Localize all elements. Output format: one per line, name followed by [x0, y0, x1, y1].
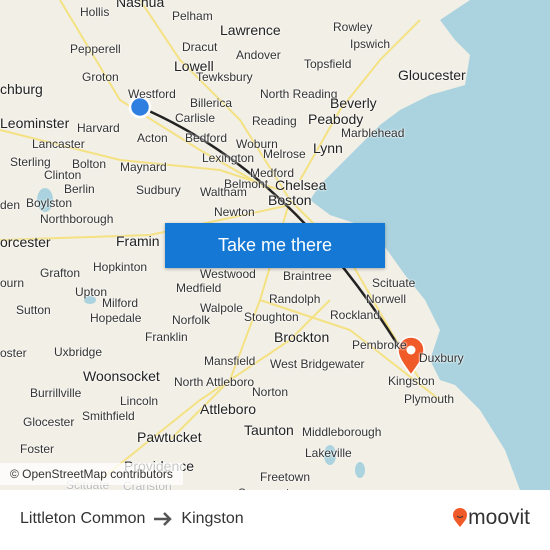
town-label: Sudbury	[136, 183, 181, 197]
town-label: Middleborough	[302, 425, 382, 439]
town-label: Rowley	[333, 20, 373, 34]
town-label: Norfolk	[172, 313, 211, 327]
town-label: Northborough	[40, 212, 114, 226]
town-label: Marblehead	[341, 126, 405, 140]
town-label: Kingston	[388, 374, 435, 388]
town-label: Burrillville	[30, 386, 82, 400]
town-label: Stoughton	[244, 310, 299, 324]
town-label: Mansfield	[204, 354, 256, 368]
town-label: Newton	[214, 205, 255, 219]
town-label: Tewksbury	[196, 70, 253, 84]
town-label: Rockland	[330, 308, 381, 322]
town-label: Pembroke	[352, 338, 407, 352]
town-label: Lancaster	[32, 137, 85, 151]
town-label: Brockton	[274, 329, 330, 345]
town-label: Bedford	[185, 131, 228, 145]
town-label: Dracut	[182, 40, 218, 54]
moovit-pin-icon	[453, 508, 468, 527]
town-label: Lakeville	[305, 446, 352, 460]
town-label: Nashua	[116, 0, 165, 10]
destination-name: Kingston	[181, 510, 244, 527]
town-label: Groton	[82, 70, 119, 84]
town-label: Franklin	[145, 330, 188, 344]
town-label: Clinton	[44, 168, 82, 182]
town-label: Duxbury	[419, 351, 464, 365]
town-label: Taunton	[244, 422, 294, 438]
town-label: Woonsocket	[83, 368, 160, 384]
town-label: den	[0, 198, 21, 212]
town-label: Billerica	[190, 96, 233, 110]
town-label: Boston	[268, 192, 312, 208]
town-label: Grafton	[40, 266, 81, 280]
town-label: Smithfield	[82, 409, 135, 423]
town-label: Westford	[128, 87, 176, 101]
osm-attribution[interactable]: © OpenStreetMap contributors	[0, 463, 183, 485]
town-label: Andover	[236, 48, 281, 62]
town-label: Westwood	[200, 267, 256, 281]
town-label: chburg	[0, 81, 43, 97]
town-label: ourn	[0, 276, 25, 290]
moovit-logo[interactable]: moovit	[452, 506, 530, 530]
route-title: Littleton Common Kingston	[20, 510, 244, 528]
town-label: Chelsea	[275, 177, 327, 193]
town-label: Melrose	[263, 147, 306, 161]
town-label: North Reading	[260, 87, 338, 101]
town-label: Randolph	[269, 292, 321, 306]
town-label: Plymouth	[404, 392, 455, 406]
town-label: Hopedale	[90, 311, 142, 325]
town-label: Scituate	[372, 276, 416, 290]
town-label: Pawtucket	[137, 429, 202, 445]
town-label: Lexington	[202, 151, 255, 165]
town-label: Boylston	[26, 196, 73, 210]
town-label: oster	[0, 346, 27, 360]
town-label: Harvard	[77, 121, 120, 135]
town-label: Braintree	[283, 269, 332, 283]
town-label: Acton	[137, 131, 168, 145]
arrow-right-icon	[154, 512, 173, 526]
town-label: Waltham	[200, 185, 247, 199]
town-label: Norton	[252, 385, 289, 399]
town-label: Milford	[102, 296, 139, 310]
map[interactable]: Nashua Hollis Pelham Lawrence Rowley Ipswich P…	[0, 0, 550, 490]
town-label: Norwell	[366, 292, 407, 306]
town-label: Pelham	[172, 9, 213, 23]
origin-name: Littleton Common	[20, 510, 146, 527]
town-label: Sterling	[10, 155, 51, 169]
town-label: Attleboro	[200, 401, 257, 417]
town-label: Gloucester	[398, 67, 466, 83]
town-label: Hopkinton	[93, 260, 148, 274]
town-label: Uxbridge	[54, 345, 103, 359]
town-label: Ipswich	[350, 37, 391, 51]
town-label: Berlin	[64, 182, 95, 196]
town-label: Hollis	[80, 5, 110, 19]
town-label: Lawrence	[220, 22, 281, 38]
town-label: Framin	[116, 233, 160, 249]
town-label: Foster	[20, 442, 55, 456]
town-label: Carlisle	[175, 111, 216, 125]
town-label: West Bridgewater	[270, 357, 365, 371]
town-label: Sutton	[16, 303, 51, 317]
town-label: North Attleboro	[174, 375, 255, 389]
town-label: Beverly	[330, 95, 377, 111]
town-label: Lincoln	[120, 394, 159, 408]
town-label: Peabody	[308, 111, 364, 127]
town-label: Leominster	[0, 115, 70, 131]
town-label: Pepperell	[70, 42, 121, 56]
town-label: Medfield	[176, 281, 222, 295]
town-label: Reading	[252, 114, 297, 128]
town-label: Lynn	[313, 140, 343, 156]
take-me-there-button[interactable]: Take me there	[165, 223, 385, 268]
footer: Littleton Common Kingston moovit	[0, 490, 550, 550]
town-label: Topsfield	[304, 57, 352, 71]
town-label: Freetown	[260, 470, 311, 484]
town-label: Glocester	[23, 415, 75, 429]
town-label: orcester	[0, 234, 51, 250]
town-label: Maynard	[120, 160, 167, 174]
